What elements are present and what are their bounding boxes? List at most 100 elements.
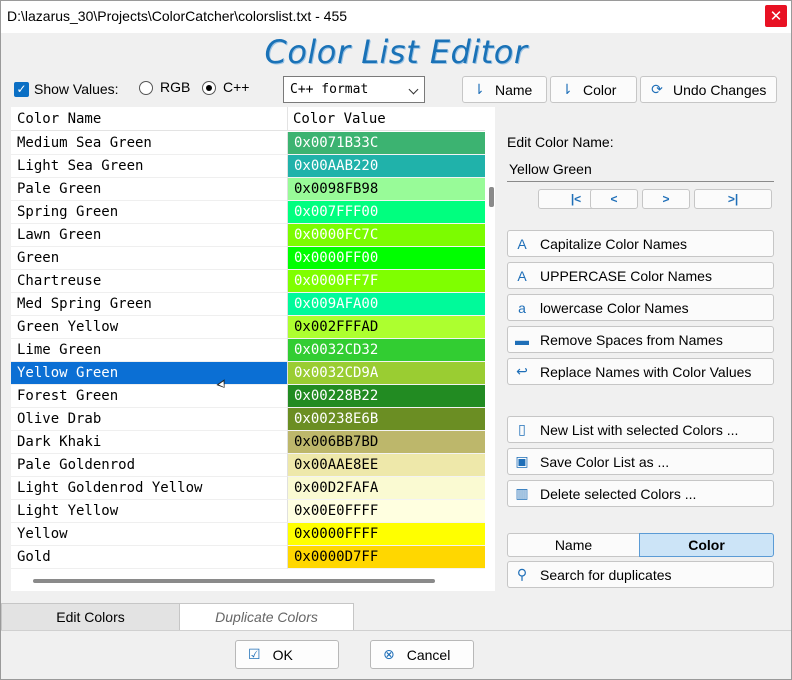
vertical-scrollbar[interactable] [487,107,495,571]
cancel-circle-icon: ⊗ [383,646,395,662]
sort-by-name-button[interactable]: ⇂ Name [462,76,547,103]
uppercase-names-button[interactable]: A UPPERCASE Color Names [507,262,774,289]
table-row[interactable]: Forest Green 0x00228B22 [11,385,485,408]
table-row[interactable]: Pale Green 0x0098FB98 [11,178,485,201]
color-name-cell[interactable]: Lawn Green [11,224,287,247]
color-grid[interactable]: Color Name Color Value Medium Sea Green 0… [11,107,485,571]
color-value-cell[interactable]: 0x0071B33C [287,132,485,155]
color-value-cell[interactable]: 0x00AAB220 [287,155,485,178]
cpp-radio-label[interactable]: C++ [223,79,249,95]
tab-edit-colors[interactable]: Edit Colors [1,603,180,630]
save-list-button[interactable]: ▣ Save Color List as ... [507,448,774,475]
color-name-cell[interactable]: Light Goldenrod Yellow [11,477,287,500]
replace-names-button[interactable]: ↩ Replace Names with Color Values [507,358,774,385]
color-name-cell[interactable]: Green [11,247,287,270]
rgb-radio-label[interactable]: RGB [160,79,190,95]
color-value-cell[interactable]: 0x00D2FAFA [287,477,485,500]
search-duplicates-button[interactable]: ⚲ Search for duplicates [507,561,774,588]
delete-selected-button[interactable]: ▥ Delete selected Colors ... [507,480,774,507]
show-values-checkbox[interactable]: ✓ [14,82,29,97]
last-record-icon: >| [727,192,739,206]
column-header-name[interactable]: Color Name [17,111,101,127]
table-row[interactable]: Pale Goldenrod 0x00AAE8EE [11,454,485,477]
table-row[interactable]: Lime Green 0x0032CD32 [11,339,485,362]
last-record-button[interactable]: >| [694,189,772,209]
color-name-cell[interactable]: Spring Green [11,201,287,224]
color-name-cell[interactable]: Pale Goldenrod [11,454,287,477]
color-value-cell[interactable]: 0x00228B22 [287,385,485,408]
color-name-cell[interactable]: Forest Green [11,385,287,408]
check-icon: ☑ [248,646,261,662]
save-icon: ▣ [515,453,529,469]
show-values-label[interactable]: Show Values: [34,81,119,97]
color-name-cell[interactable]: Yellow Green [11,362,287,385]
color-value-cell[interactable]: 0x0000FFFF [287,523,485,546]
table-row[interactable]: Green Yellow 0x002FFFAD [11,316,485,339]
table-row[interactable]: Chartreuse 0x0000FF7F [11,270,485,293]
color-value-cell[interactable]: 0x0000FC7C [287,224,485,247]
color-value-cell[interactable]: 0x0098FB98 [287,178,485,201]
tab-duplicate-colors[interactable]: Duplicate Colors [179,603,354,630]
table-row[interactable]: Dark Khaki 0x006BB7BD [11,431,485,454]
color-name-cell[interactable]: Dark Khaki [11,431,287,454]
color-value-cell[interactable]: 0x00E0FFFF [287,500,485,523]
previous-record-button[interactable]: < [590,189,638,209]
cpp-radio[interactable] [202,81,216,95]
ok-button[interactable]: ☑ OK [235,640,339,669]
cancel-button[interactable]: ⊗ Cancel [370,640,474,669]
color-value-cell[interactable]: 0x0032CD32 [287,339,485,362]
vertical-scroll-thumb[interactable] [489,187,494,207]
edit-color-name-field[interactable]: Yellow Green [507,158,774,182]
duplicate-by-color-toggle[interactable]: Color [639,533,774,557]
table-row[interactable]: Olive Drab 0x00238E6B [11,408,485,431]
duplicate-by-name-toggle[interactable]: Name [507,533,640,557]
table-row[interactable]: Light Goldenrod Yellow 0x00D2FAFA [11,477,485,500]
format-combo[interactable]: C++ format [283,76,425,103]
table-row[interactable]: Medium Sea Green 0x0071B33C [11,132,485,155]
color-value-cell[interactable]: 0x0000FF00 [287,247,485,270]
main-window: D:\lazarus_30\Projects\ColorCatcher\colo… [0,0,792,680]
color-value-cell[interactable]: 0x0000D7FF [287,546,485,569]
horizontal-scroll-thumb[interactable] [33,579,435,583]
color-name-cell[interactable]: Gold [11,546,287,569]
next-record-button[interactable]: > [642,189,690,209]
color-name-cell[interactable]: Med Spring Green [11,293,287,316]
table-row[interactable]: Lawn Green 0x0000FC7C [11,224,485,247]
color-name-cell[interactable]: Green Yellow [11,316,287,339]
table-row[interactable]: Light Yellow 0x00E0FFFF [11,500,485,523]
undo-changes-button[interactable]: ⟳ Undo Changes [640,76,777,103]
color-name-cell[interactable]: Chartreuse [11,270,287,293]
table-row[interactable]: Yellow 0x0000FFFF [11,523,485,546]
color-value-cell[interactable]: 0x0032CD9A [287,362,485,385]
table-row[interactable]: Med Spring Green 0x009AFA00 [11,293,485,316]
color-name-cell[interactable]: Pale Green [11,178,287,201]
color-value-cell[interactable]: 0x006BB7BD [287,431,485,454]
horizontal-scrollbar[interactable] [11,573,485,587]
table-row[interactable]: Yellow Green 0x0032CD9A [11,362,485,385]
color-value-cell[interactable]: 0x007FFF00 [287,201,485,224]
sort-by-color-label: Color [583,81,617,98]
color-value-cell[interactable]: 0x009AFA00 [287,293,485,316]
rgb-radio[interactable] [139,81,153,95]
color-value-cell[interactable]: 0x00238E6B [287,408,485,431]
color-name-cell[interactable]: Light Sea Green [11,155,287,178]
color-name-cell[interactable]: Light Yellow [11,500,287,523]
sort-by-color-button[interactable]: ⇂ Color [550,76,637,103]
table-row[interactable]: Spring Green 0x007FFF00 [11,201,485,224]
column-header-value[interactable]: Color Value [293,111,386,127]
remove-spaces-button[interactable]: ▬ Remove Spaces from Names [507,326,774,353]
capitalize-names-button[interactable]: A Capitalize Color Names [507,230,774,257]
table-row[interactable]: Light Sea Green 0x00AAB220 [11,155,485,178]
color-name-cell[interactable]: Lime Green [11,339,287,362]
color-value-cell[interactable]: 0x0000FF7F [287,270,485,293]
color-value-cell[interactable]: 0x00AAE8EE [287,454,485,477]
color-name-cell[interactable]: Yellow [11,523,287,546]
close-button[interactable]: ✕ [765,5,787,27]
lowercase-names-button[interactable]: a lowercase Color Names [507,294,774,321]
color-name-cell[interactable]: Olive Drab [11,408,287,431]
color-value-cell[interactable]: 0x002FFFAD [287,316,485,339]
table-row[interactable]: Green 0x0000FF00 [11,247,485,270]
new-list-button[interactable]: ▯ New List with selected Colors ... [507,416,774,443]
color-name-cell[interactable]: Medium Sea Green [11,132,287,155]
table-row[interactable]: Gold 0x0000D7FF [11,546,485,569]
